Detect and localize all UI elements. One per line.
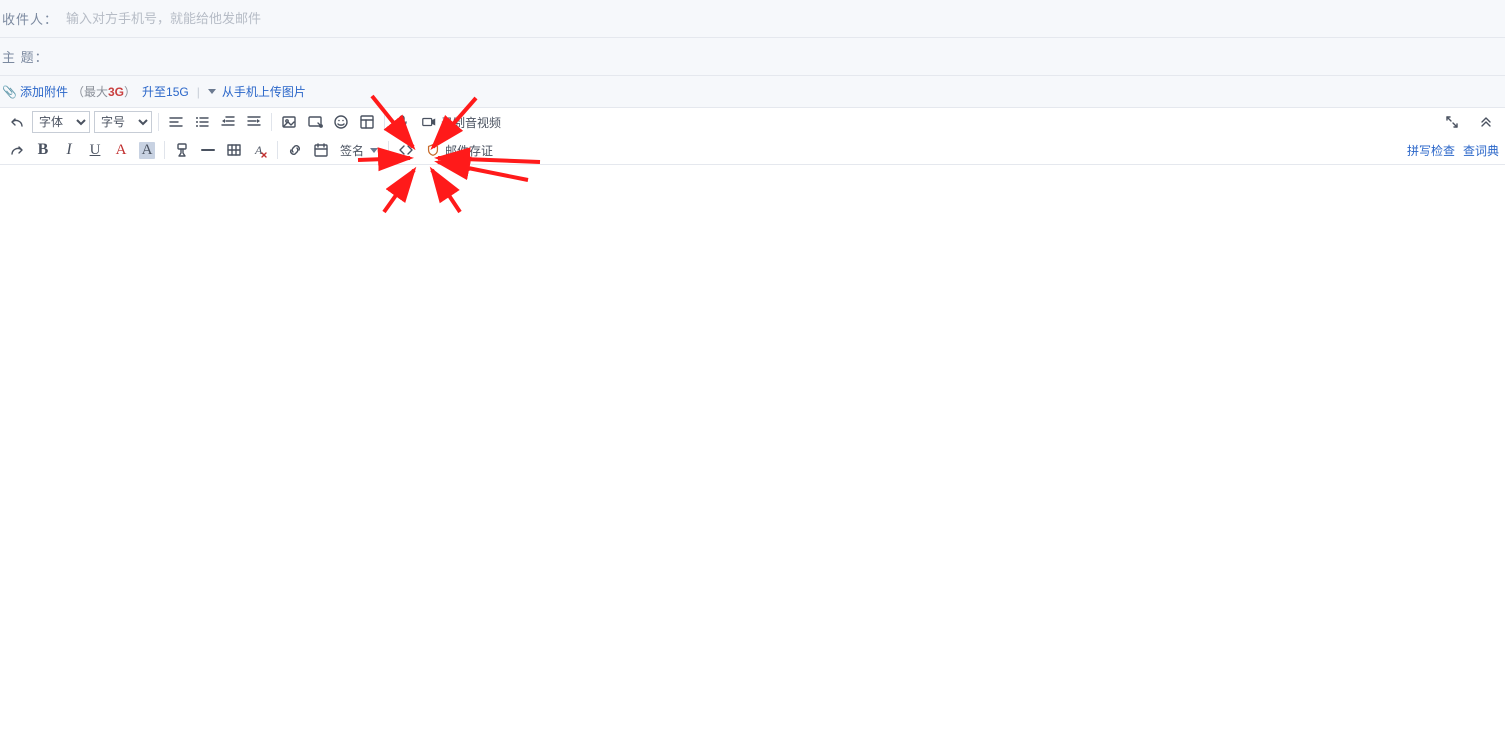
- font-family-select[interactable]: 字体: [32, 111, 90, 133]
- bold-icon: B: [38, 141, 49, 159]
- list-icon: [193, 113, 211, 131]
- underline-button[interactable]: U: [82, 138, 108, 162]
- record-av-button[interactable]: 录制音视频: [415, 110, 507, 134]
- outdent-button[interactable]: [215, 110, 241, 134]
- shield-icon: [425, 142, 441, 158]
- caret-down-icon[interactable]: [208, 89, 216, 94]
- italic-icon: I: [66, 141, 71, 159]
- signature-button[interactable]: 签名: [334, 138, 384, 162]
- toolbar-row-2: B I U A A A: [0, 136, 1505, 164]
- hr-button[interactable]: [195, 138, 221, 162]
- separator: [158, 113, 159, 131]
- insert-image-button[interactable]: [276, 110, 302, 134]
- italic-button[interactable]: I: [56, 138, 82, 162]
- screenshot-icon: [306, 113, 324, 131]
- dictionary-link[interactable]: 查词典: [1463, 142, 1499, 159]
- undo-icon: [8, 113, 26, 131]
- code-icon: [397, 141, 415, 159]
- upgrade-size-link[interactable]: 升至15G: [142, 83, 189, 100]
- bg-color-button[interactable]: A: [134, 138, 160, 162]
- screenshot-button[interactable]: [302, 110, 328, 134]
- recipient-row: 收件人：: [0, 0, 1505, 38]
- font-size-select[interactable]: 字号: [94, 111, 152, 133]
- chevron-double-up-icon: [1477, 113, 1495, 131]
- attachment-max-label: （最大3G）: [72, 83, 136, 100]
- font-color-button[interactable]: A: [108, 138, 134, 162]
- align-left-button[interactable]: [163, 110, 189, 134]
- clear-format-icon: A: [251, 141, 269, 159]
- template-icon: [358, 113, 376, 131]
- vertical-separator: |: [197, 85, 200, 99]
- emoji-button[interactable]: [328, 110, 354, 134]
- separator: [271, 113, 272, 131]
- microphone-icon: [393, 113, 411, 131]
- caret-down-icon: [370, 148, 378, 153]
- separator: [388, 141, 389, 159]
- link-icon: [286, 141, 304, 159]
- format-brush-icon: [173, 141, 191, 159]
- toolbar-row1-right: [1439, 110, 1499, 134]
- upload-from-phone-link[interactable]: 从手机上传图片: [222, 83, 306, 100]
- recipient-label: 收件人：: [0, 9, 66, 28]
- editor-wrap: 字体 字号: [0, 108, 1505, 735]
- hr-icon: [199, 141, 217, 159]
- editor-body[interactable]: [0, 165, 1505, 735]
- date-button[interactable]: [308, 138, 334, 162]
- subject-label: 主 题：: [0, 47, 57, 66]
- attachment-row: 📎 添加附件 （最大3G） 升至15G | 从手机上传图片: [0, 76, 1505, 108]
- outdent-icon: [219, 113, 237, 131]
- recipient-input[interactable]: [66, 0, 1505, 37]
- fullscreen-button[interactable]: [1439, 110, 1465, 134]
- collapse-button[interactable]: [1473, 110, 1499, 134]
- underline-icon: U: [90, 142, 101, 159]
- editor-toolbar: 字体 字号: [0, 108, 1505, 165]
- table-button[interactable]: [221, 138, 247, 162]
- separator: [384, 113, 385, 131]
- emoji-icon: [332, 113, 350, 131]
- calendar-icon: [312, 141, 330, 159]
- clear-format-button[interactable]: A: [247, 138, 273, 162]
- toolbar-row2-right: 拼写检查 查词典: [1407, 142, 1499, 159]
- separator: [164, 141, 165, 159]
- add-attachment-link[interactable]: 添加附件: [20, 83, 68, 100]
- camera-icon: [421, 114, 437, 130]
- microphone-button[interactable]: [389, 110, 415, 134]
- code-button[interactable]: [393, 138, 419, 162]
- spellcheck-link[interactable]: 拼写检查: [1407, 142, 1455, 159]
- bold-button[interactable]: B: [30, 138, 56, 162]
- table-icon: [225, 141, 243, 159]
- link-button[interactable]: [282, 138, 308, 162]
- separator: [277, 141, 278, 159]
- template-button[interactable]: [354, 110, 380, 134]
- bg-color-icon: A: [139, 142, 156, 159]
- list-button[interactable]: [189, 110, 215, 134]
- align-left-icon: [167, 113, 185, 131]
- indent-icon: [245, 113, 263, 131]
- redo-icon: [8, 141, 26, 159]
- fullscreen-icon: [1443, 113, 1461, 131]
- toolbar-row-1: 字体 字号: [0, 108, 1505, 136]
- image-icon: [280, 113, 298, 131]
- subject-row: 主 题：: [0, 38, 1505, 76]
- redo-button[interactable]: [4, 138, 30, 162]
- undo-button[interactable]: [4, 110, 30, 134]
- notarize-button[interactable]: 邮件存证: [419, 138, 499, 162]
- indent-button[interactable]: [241, 110, 267, 134]
- svg-text:A: A: [254, 143, 263, 157]
- paperclip-icon: 📎: [2, 85, 17, 99]
- font-color-icon: A: [116, 142, 127, 159]
- format-brush-button[interactable]: [169, 138, 195, 162]
- subject-input[interactable]: [57, 38, 1505, 75]
